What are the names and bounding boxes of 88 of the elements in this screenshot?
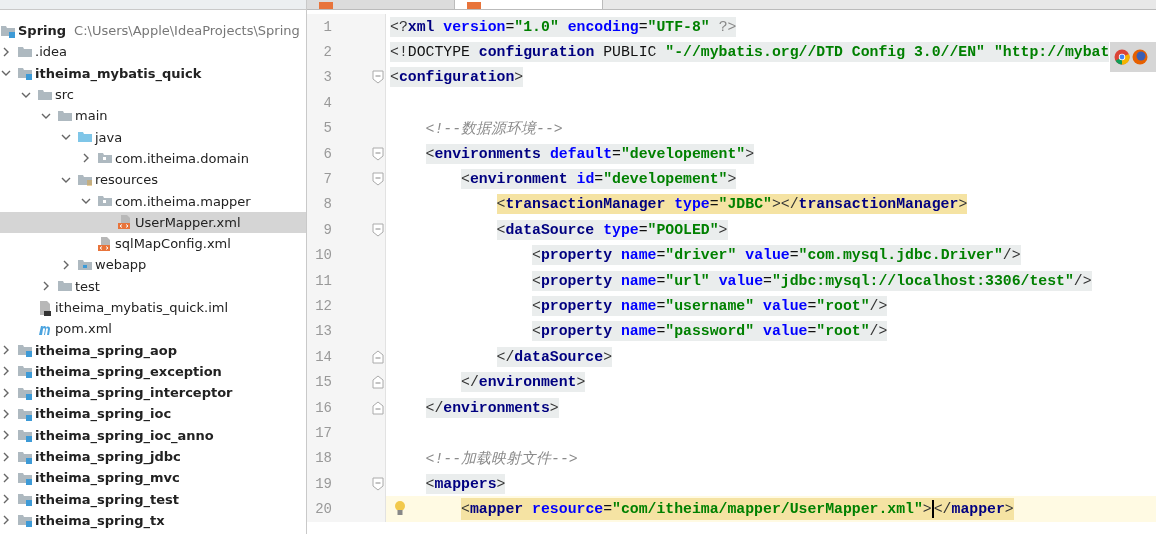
line-number: 13	[314, 323, 332, 340]
tree-label: test	[75, 278, 100, 294]
folder-icon	[17, 363, 33, 380]
line-number: 7	[322, 171, 332, 188]
line-number: 4	[322, 94, 332, 111]
tree-row[interactable]: com.itheima.domain	[0, 147, 306, 170]
tree-row[interactable]: itheima_spring_exception	[0, 360, 306, 383]
lightbulb-icon[interactable]	[394, 500, 406, 518]
folder-icon	[17, 342, 33, 359]
browser-icon[interactable]	[1132, 49, 1148, 65]
tree-row[interactable]: webapp	[0, 254, 306, 276]
tree-label: UserMapper.xml	[135, 214, 241, 230]
tree-label: .idea	[35, 44, 67, 60]
tree-label: resources	[95, 172, 158, 188]
tree-row[interactable]: itheima_spring_mvc	[0, 467, 306, 489]
folder-icon	[17, 491, 33, 508]
tree-row[interactable]: src	[0, 83, 306, 106]
line-number: 1	[322, 18, 332, 35]
tree-label: itheima_mybatis_quick	[35, 65, 202, 81]
project-path: C:\Users\Apple\IdeaProjects\Spring	[74, 23, 300, 39]
tree-label: Spring	[18, 23, 67, 39]
folder-icon	[17, 512, 33, 529]
tree-label: main	[75, 108, 108, 124]
tree-label: itheima_spring_ioc_anno	[35, 427, 214, 443]
tree-label: java	[95, 129, 123, 145]
tree-label: com.itheima.domain	[115, 150, 249, 166]
tree-label: pom.xml	[55, 321, 112, 337]
tree-row[interactable]: test	[0, 275, 306, 297]
line-number: 3	[322, 69, 332, 86]
xml-file-icon	[467, 2, 481, 9]
tree-row[interactable]: java	[0, 126, 306, 148]
tree-row[interactable]: itheima_spring_jdbc	[0, 445, 306, 468]
line-number: 6	[322, 145, 332, 162]
line-number: 8	[322, 196, 332, 213]
tree-label: itheima_spring_exception	[35, 363, 222, 379]
line-number: 12	[314, 298, 332, 314]
line-number: 15	[314, 374, 332, 391]
line-number: 14	[314, 348, 332, 365]
tree-row[interactable]: itheima_mybatis_quick.iml	[0, 296, 306, 319]
folder-icon	[17, 427, 33, 444]
tree-label: itheima_spring_mvc	[35, 470, 180, 486]
tree-row[interactable]: itheima_spring_aop	[0, 339, 306, 361]
tree-row[interactable]: Spring C:\Users\Apple\IdeaProjects\Spring	[0, 20, 306, 42]
tree-row[interactable]: itheima_spring_test	[0, 488, 306, 510]
xml-file-icon	[319, 2, 333, 9]
xml-file-icon	[97, 235, 113, 252]
tree-row[interactable]: .idea	[0, 41, 306, 63]
tree-label: itheima_spring_interceptor	[35, 385, 233, 401]
tree-label: itheima_spring_tx	[35, 512, 165, 528]
line-number: 17	[314, 424, 332, 441]
tree-row[interactable]: pom.xml	[0, 318, 306, 340]
line-number: 10	[314, 247, 332, 264]
tree-row[interactable]: main	[0, 105, 306, 127]
line-number: 5	[322, 120, 332, 137]
line-number: 20	[314, 501, 332, 518]
file-icon	[37, 299, 53, 316]
line-number: 9	[322, 221, 332, 238]
tree-row[interactable]: itheima_spring_interceptor	[0, 382, 306, 404]
tree-label: itheima_spring_ioc	[35, 406, 172, 422]
line-number: 19	[314, 475, 332, 492]
tree-row[interactable]: resources	[0, 169, 306, 191]
tree-label: com.itheima.mapper	[115, 193, 251, 209]
tree-row[interactable]: itheima_spring_ioc_anno	[0, 424, 306, 446]
code-line: <!--加载映射文件-->	[425, 449, 578, 469]
tree-row[interactable]: itheima_mybatis_quick	[0, 62, 306, 84]
xml-file-icon	[117, 214, 133, 231]
tree-row[interactable]: sqlMapConfig.xml	[0, 232, 306, 255]
tree-label: itheima_mybatis_quick.iml	[55, 300, 229, 315]
line-number: 18	[314, 450, 332, 467]
folder-icon	[17, 406, 33, 422]
tree-row[interactable]: UserMapper.xml	[0, 211, 306, 233]
tree-row[interactable]: itheima_spring_ioc	[0, 403, 306, 425]
tree-row[interactable]: itheima_spring_tx	[0, 509, 306, 532]
tree-label: sqlMapConfig.xml	[115, 236, 231, 252]
tree-label: itheima_spring_aop	[35, 342, 177, 358]
tree-label: webapp	[95, 257, 147, 273]
code-line: <!--数据源环境-->	[425, 119, 563, 139]
tree-row[interactable]: com.itheima.mapper	[0, 190, 306, 212]
tree-label: itheima_spring_jdbc	[35, 449, 181, 465]
line-number: 16	[314, 399, 332, 416]
folder-icon	[17, 65, 33, 82]
line-number: 11	[314, 272, 332, 289]
browser-icon[interactable]	[1114, 49, 1130, 65]
tree-label: src	[55, 87, 74, 103]
tree-label: itheima_spring_test	[35, 491, 179, 507]
editor-tab[interactable]	[455, 0, 603, 9]
folder-icon	[97, 193, 113, 209]
line-number: 2	[322, 44, 332, 61]
